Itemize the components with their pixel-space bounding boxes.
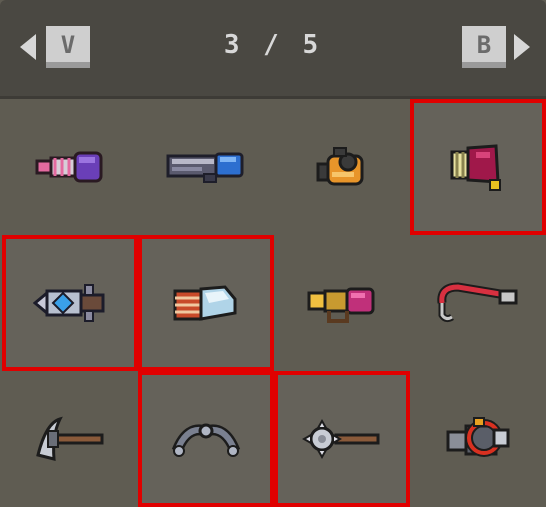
weapon-slot-3[interactable] xyxy=(274,99,410,235)
next-page-key[interactable]: B xyxy=(462,26,506,68)
purple-drill-gun-icon xyxy=(35,151,103,183)
blue-crystal-launcher-icon xyxy=(33,284,105,322)
page-total: 5 xyxy=(302,30,323,60)
weapon-slot-2[interactable] xyxy=(138,99,274,235)
weapon-slot-5[interactable] xyxy=(2,235,138,371)
weapon-slot-10[interactable] xyxy=(138,371,274,507)
blue-rail-gun-icon xyxy=(166,152,244,183)
weapon-slot-12[interactable] xyxy=(410,371,546,507)
weapon-slot-9[interactable] xyxy=(2,371,138,507)
red-ring-cannon-icon xyxy=(446,417,510,457)
weapon-grid xyxy=(2,99,546,507)
weapon-slot-1[interactable] xyxy=(2,99,138,235)
weapon-slot-4[interactable] xyxy=(410,99,546,235)
pickaxe-icon xyxy=(36,416,104,461)
red-grapple-hook-icon xyxy=(437,282,518,323)
weapon-slot-8[interactable] xyxy=(410,235,546,371)
striped-gauntlet-icon xyxy=(173,285,237,321)
page-current: 3 xyxy=(223,30,244,60)
weapon-slot-7[interactable] xyxy=(274,235,410,371)
crimson-cannon-icon xyxy=(450,144,501,191)
weapon-slot-11[interactable] xyxy=(274,371,410,507)
gold-pink-blaster-icon xyxy=(307,287,375,323)
chain-boomerang-icon xyxy=(171,423,241,457)
page-separator: / xyxy=(263,30,283,60)
spiked-mace-icon xyxy=(302,418,380,460)
weapon-slot-6[interactable] xyxy=(138,235,274,371)
weapon-select-panel: V 3 / 5 B xyxy=(0,0,546,507)
orange-blaster-icon xyxy=(316,147,364,186)
page-header: V 3 / 5 B xyxy=(0,0,546,99)
next-page-arrow-icon[interactable] xyxy=(514,34,530,60)
